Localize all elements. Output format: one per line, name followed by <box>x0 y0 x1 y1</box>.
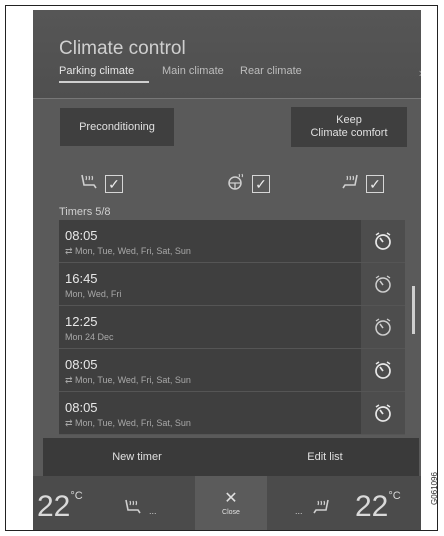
heated-seat-checkbox[interactable]: ✓ <box>105 175 123 193</box>
timer-list: 08:05 ⇄ Mon, Tue, Wed, Fri, Sat, Sun 16:… <box>59 220 405 435</box>
timer-row[interactable]: 08:05 ⇄ Mon, Tue, Wed, Fri, Sat, Sun <box>59 220 405 263</box>
timer-time: 16:45 <box>65 271 98 286</box>
edit-list-button[interactable]: Edit list <box>231 438 419 476</box>
timer-clock-icon[interactable] <box>361 220 405 262</box>
heated-steering-icon <box>226 173 246 195</box>
heated-seat-icon <box>79 173 99 195</box>
temp-unit: °C <box>70 490 83 502</box>
timer-days: ⇄ Mon, Tue, Wed, Fri, Sat, Sun <box>65 375 191 385</box>
timer-time: 12:25 <box>65 314 98 329</box>
tab-rear-climate[interactable]: Rear climate <box>240 65 302 77</box>
page-title: Climate control <box>59 38 186 59</box>
tab-main-climate[interactable]: Main climate <box>162 65 224 77</box>
timer-clock-icon[interactable] <box>361 349 405 391</box>
left-seat-level: ... <box>149 506 157 516</box>
right-seat-heat-icon[interactable] <box>311 498 335 521</box>
keep-label-line2: Climate comfort <box>310 127 388 139</box>
left-seat-heat-icon[interactable] <box>123 498 147 521</box>
close-label: Close <box>222 508 240 516</box>
climate-footer: 22°C ... ✕ Close ... 22°C <box>33 476 421 530</box>
heated-steering-checkbox[interactable]: ✓ <box>252 175 270 193</box>
timer-time: 08:05 <box>65 228 98 243</box>
timer-row[interactable]: 16:45 Mon, Wed, Fri <box>59 263 405 306</box>
tab-parking-climate[interactable]: Parking climate <box>59 65 134 77</box>
timer-clock-icon[interactable] <box>361 306 405 348</box>
right-temperature[interactable]: 22°C <box>355 490 401 524</box>
chevron-right-icon[interactable]: › <box>419 65 421 80</box>
right-seat-level: ... <box>295 506 303 516</box>
heated-rear-seat-icon <box>340 173 360 195</box>
timer-days: ⇄ Mon, Tue, Wed, Fri, Sat, Sun <box>65 418 191 428</box>
seat-option-heated-seat[interactable]: ✓ <box>79 172 123 196</box>
left-temp-value: 22 <box>37 490 71 523</box>
timer-time: 08:05 <box>65 400 98 415</box>
header: Climate control Parking climate Main cli… <box>33 10 421 98</box>
timer-clock-icon[interactable] <box>361 392 405 434</box>
seat-option-heated-steering[interactable]: ✓ <box>226 172 270 196</box>
climate-screen: Climate control Parking climate Main cli… <box>33 10 421 530</box>
divider <box>33 98 421 99</box>
heated-rear-seat-checkbox[interactable]: ✓ <box>366 175 384 193</box>
timer-days: Mon, Wed, Fri <box>65 289 122 299</box>
timer-clock-icon[interactable] <box>361 263 405 305</box>
timer-actions-bar: New timer Edit list <box>43 438 419 476</box>
timers-count-label: Timers 5/8 <box>59 206 111 218</box>
temp-unit: °C <box>388 490 401 502</box>
timer-days: ⇄ Mon, Tue, Wed, Fri, Sat, Sun <box>65 246 191 256</box>
right-temp-value: 22 <box>355 490 389 523</box>
timer-days: Mon 24 Dec <box>65 332 114 342</box>
seat-option-heated-rear-seat[interactable]: ✓ <box>340 172 384 196</box>
keep-climate-comfort-button[interactable]: Keep Climate comfort <box>291 107 407 147</box>
new-timer-button[interactable]: New timer <box>43 438 231 476</box>
close-icon: ✕ <box>224 489 238 507</box>
image-code: G061096 <box>430 472 439 505</box>
close-button[interactable]: ✕ Close <box>195 476 267 530</box>
preconditioning-button[interactable]: Preconditioning <box>60 108 174 146</box>
timer-row[interactable]: 12:25 Mon 24 Dec <box>59 306 405 349</box>
timer-row[interactable]: 08:05 ⇄ Mon, Tue, Wed, Fri, Sat, Sun <box>59 349 405 392</box>
scrollbar[interactable] <box>412 286 415 334</box>
active-tab-indicator <box>59 81 149 83</box>
timer-row[interactable]: 08:05 ⇄ Mon, Tue, Wed, Fri, Sat, Sun <box>59 392 405 435</box>
left-temperature[interactable]: 22°C <box>37 490 83 524</box>
timer-time: 08:05 <box>65 357 98 372</box>
keep-label-line1: Keep <box>336 114 362 126</box>
